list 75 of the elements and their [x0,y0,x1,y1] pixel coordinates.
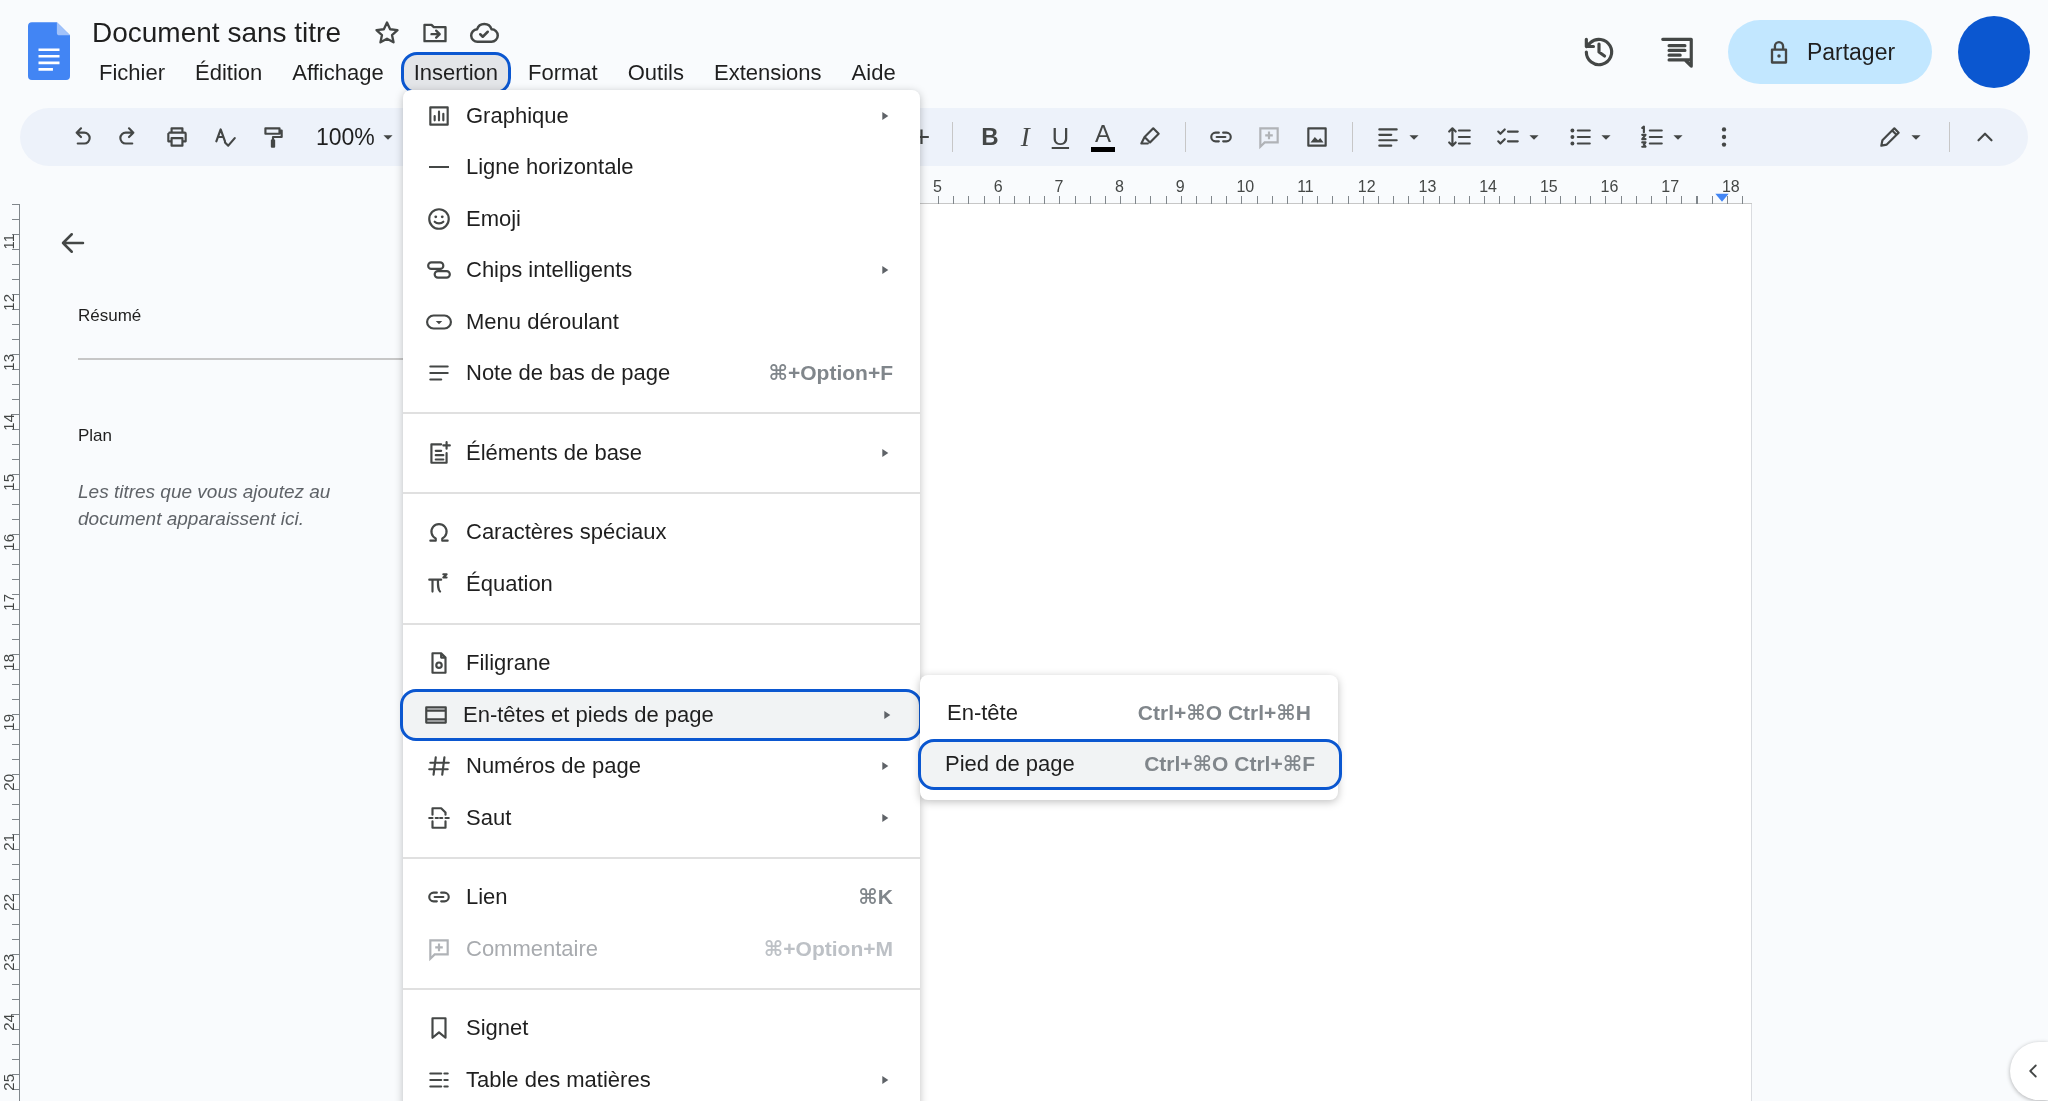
ruler-number: 9 [1175,178,1185,196]
ruler-number: 6 [993,178,1003,196]
ruler-number: 22 [0,893,17,911]
menu-bar-item[interactable]: Fichier [86,52,178,94]
share-button[interactable]: Partager [1728,20,1932,84]
ruler-number: 17 [1661,178,1680,196]
ruler-number: 12 [0,293,17,311]
menu-item[interactable]: Saut [403,792,920,844]
ruler-number: 15 [0,473,17,491]
menu-item[interactable]: En-têtes et pieds de page [400,689,922,741]
ruler-number: 20 [0,773,17,791]
text-color-button[interactable]: A [1091,122,1116,152]
shortcut-text: Ctrl+⌘O Ctrl+⌘H [1137,700,1311,725]
menu-item[interactable]: Numéros de page [403,740,920,792]
ruler-number: 19 [0,713,17,731]
document-title[interactable]: Document sans titre [92,17,341,49]
menu-item[interactable]: Pied de page Ctrl+⌘O Ctrl+⌘F [918,738,1342,790]
ruler-number: 10 [1236,178,1255,196]
emoji-icon [426,205,452,232]
italic-button[interactable]: I [1020,123,1030,151]
ruler-number: 13 [0,353,17,371]
menu-item[interactable]: En-tête Ctrl+⌘O Ctrl+⌘H [920,687,1338,739]
ruler-number: 21 [0,833,17,851]
shortcut-text: ⌘K [858,885,893,910]
ruler-number: 8 [1115,178,1124,196]
shortcut-text: ⌘+Option+F [768,361,893,386]
print-icon[interactable] [164,124,190,150]
menu-item: Commentaire ⌘+Option+M [403,923,920,975]
horizontal-line-icon [429,166,449,169]
side-panel-toggle[interactable] [2010,1042,2048,1100]
ruler-number: 24 [0,1013,17,1031]
zoom-select[interactable]: 100% [316,125,375,149]
shortcut-text: Ctrl+⌘O Ctrl+⌘F [1144,752,1315,777]
menu-item[interactable]: Éléments de base [403,427,920,479]
pencil-icon[interactable] [1877,124,1903,150]
ruler-number: 11 [0,234,17,250]
ruler-number: 16 [0,533,17,551]
menu-item[interactable]: Table des matières [403,1054,920,1101]
underline-button[interactable]: U [1051,125,1070,149]
star-icon[interactable] [373,19,401,47]
menu-bar-item[interactable]: Édition [182,52,276,94]
menu-item[interactable]: Filigrane [403,637,920,689]
shortcut-text: ⌘+Option+M [763,936,893,961]
ruler-number: 5 [933,178,942,196]
menu-item[interactable]: Emoji [403,193,920,245]
ruler-number: 23 [0,953,17,971]
menu-bar-item[interactable]: Affichage [279,52,397,94]
ruler-number: 18 [0,653,17,671]
ruler-number: 17 [0,593,17,611]
ruler-number: 14 [0,413,17,431]
ruler-number: 12 [1357,178,1376,196]
page-break-icon [426,804,452,831]
menu-item[interactable]: Lien ⌘K [403,871,920,923]
bold-button[interactable]: B [981,125,999,149]
ruler-number: 11 [1297,178,1314,196]
ruler-number: 15 [1539,178,1558,196]
ruler-number: 14 [1479,178,1497,196]
docs-logo-icon[interactable] [28,22,70,80]
ruler-number: 16 [1600,178,1619,196]
menu-item[interactable]: Signet [403,1002,920,1054]
ruler-number: 25 [0,1073,17,1091]
ruler-number: 7 [1054,178,1064,196]
line-spacing-icon[interactable] [1447,124,1474,150]
menu-item[interactable]: Note de bas de page ⌘+Option+F [403,347,920,399]
outline-heading: Plan [78,426,113,446]
summary-heading: Résumé [78,306,142,326]
numbered-list-icon[interactable] [1639,124,1666,150]
ruler-number: 13 [1418,178,1437,196]
menu-item[interactable]: Chips intelligents [403,244,920,296]
ruler-number: 18 [1721,178,1740,196]
menu-item[interactable]: Ligne horizontale [403,141,920,193]
menu-item[interactable]: Caractères spéciaux [403,506,920,558]
menu-item[interactable]: Menu déroulant [403,296,920,348]
menu-item[interactable]: Équation [403,558,920,610]
outline-hint: Les titres que vous ajoutez au document apparaissent ici. [78,480,332,531]
